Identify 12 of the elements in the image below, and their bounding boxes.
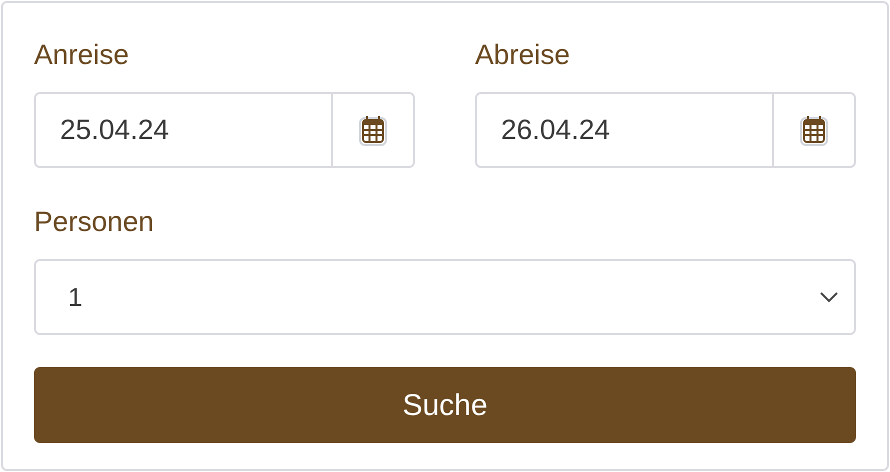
field-label: Anreise [34,38,129,72]
search-button[interactable]: Suche [34,367,856,443]
calendar-icon [799,113,829,147]
field-label: Abreise [475,38,570,72]
persons-select[interactable]: 1 [34,259,856,335]
field-label: Personen [34,205,154,239]
calendar-icon [358,113,388,147]
date-field[interactable]: 25.04.24 [34,92,415,168]
date-value: 26.04.24 [500,113,611,147]
date-value: 25.04.24 [59,113,170,147]
date-field[interactable]: 26.04.24 [475,92,856,168]
chevron-down-icon [820,292,838,302]
